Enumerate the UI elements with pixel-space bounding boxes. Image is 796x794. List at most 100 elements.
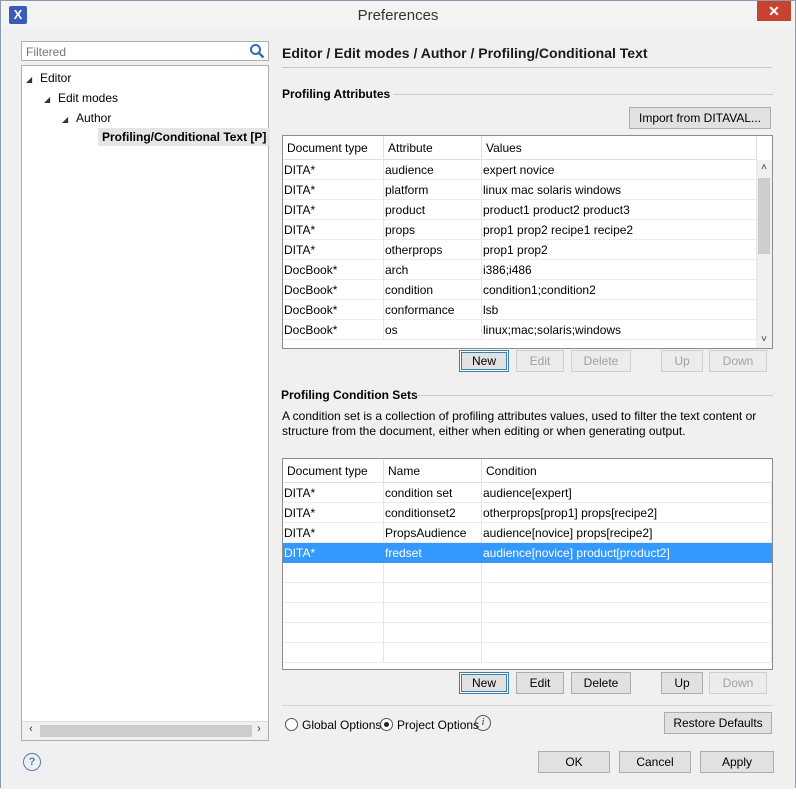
tree-horizontal-scrollbar[interactable]: ‹ › <box>22 721 268 740</box>
cancel-button[interactable]: Cancel <box>619 751 691 773</box>
table-cell <box>482 563 772 583</box>
scroll-right-icon[interactable]: › <box>252 723 266 739</box>
table-cell: prop1 prop2 <box>482 240 757 260</box>
project-options-radio[interactable]: Project Options <box>380 717 479 733</box>
help-icon[interactable]: ? <box>23 753 41 771</box>
table-cell <box>283 623 384 643</box>
expand-arrow-icon[interactable]: ◢ <box>44 91 58 109</box>
tree-item-label: Editor <box>40 71 72 85</box>
table-cell <box>384 583 482 603</box>
options-divider <box>282 705 773 706</box>
conditions-down-button[interactable]: Down <box>709 672 767 694</box>
preferences-dialog: X Preferences ✕ ◢Editor ◢Edit modes ◢Aut… <box>0 0 796 789</box>
scroll-down-icon[interactable]: ˅ <box>756 332 772 348</box>
table-cell: DocBook* <box>283 280 384 300</box>
filter-input[interactable] <box>24 43 248 61</box>
table-cell: product1 product2 product3 <box>482 200 757 220</box>
table-cell: otherprops[prop1] props[recipe2] <box>482 503 772 523</box>
conditions-new-button[interactable]: New <box>459 672 509 694</box>
table-row[interactable]: DITA* audience expert novice <box>283 160 757 180</box>
table-row[interactable]: DITA* condition set audience[expert] <box>283 483 772 503</box>
table-cell: condition <box>384 280 482 300</box>
table-row[interactable]: DocBook* conformance lsb <box>283 300 757 320</box>
table-cell: expert novice <box>482 160 757 180</box>
table-cell: DITA* <box>283 180 384 200</box>
search-icon[interactable] <box>249 43 265 59</box>
column-header[interactable]: Document type <box>283 459 384 483</box>
tree-item-author[interactable]: ◢ Author <box>62 109 111 127</box>
table-cell: conformance <box>384 300 482 320</box>
global-options-radio[interactable]: Global Options <box>285 717 381 733</box>
table-cell <box>384 563 482 583</box>
attributes-down-button[interactable]: Down <box>709 350 767 372</box>
column-header[interactable]: Condition <box>482 459 772 483</box>
column-header[interactable]: Attribute <box>384 136 482 160</box>
table-cell: product <box>384 200 482 220</box>
scroll-up-icon[interactable]: ˄ <box>756 160 772 176</box>
table-cell: audience[novice] product[product2] <box>482 543 772 563</box>
radio-checked-icon[interactable] <box>380 718 393 731</box>
table-row[interactable]: DocBook* arch i386;i486 <box>283 260 757 280</box>
table-cell: DITA* <box>283 523 384 543</box>
attributes-delete-button[interactable]: Delete <box>571 350 631 372</box>
table-cell: os <box>384 320 482 340</box>
section-divider <box>393 94 773 95</box>
scroll-left-icon[interactable]: ‹ <box>24 723 38 739</box>
conditions-delete-button[interactable]: Delete <box>571 672 631 694</box>
expand-arrow-icon[interactable]: ◢ <box>62 111 76 129</box>
table-cell: lsb <box>482 300 757 320</box>
restore-defaults-button[interactable]: Restore Defaults <box>664 712 772 734</box>
column-header[interactable]: Document type <box>283 136 384 160</box>
conditions-up-button[interactable]: Up <box>661 672 703 694</box>
table-row[interactable]: DocBook* os linux;mac;solaris;windows <box>283 320 757 340</box>
preferences-tree: ◢ Editor ◢ Edit modes ◢ Author Profiling/Co… <box>21 65 271 741</box>
table-cell: condition1;condition2 <box>482 280 757 300</box>
table-cell <box>482 603 772 623</box>
table-cell <box>482 583 772 603</box>
table-cell: DITA* <box>283 543 384 563</box>
filter-field[interactable] <box>21 41 269 61</box>
table-cell: linux;mac;solaris;windows <box>482 320 757 340</box>
table-cell <box>384 643 482 663</box>
radio-unchecked-icon[interactable] <box>285 718 298 731</box>
column-header[interactable]: Values <box>482 136 757 160</box>
attributes-table: Document type Attribute Values ˄ ˅ DITA*… <box>282 135 773 349</box>
ok-button[interactable]: OK <box>538 751 610 773</box>
table-row[interactable]: DITA* platform linux mac solaris windows <box>283 180 757 200</box>
apply-button[interactable]: Apply <box>700 751 774 773</box>
scrollbar-thumb[interactable] <box>40 725 252 737</box>
table-row[interactable]: DITA* fredset audience[novice] product[pro… <box>283 543 772 563</box>
empty-table-row <box>283 563 772 583</box>
tree-item-editor[interactable]: ◢ Editor <box>26 69 71 87</box>
section-divider <box>415 395 773 396</box>
empty-table-row <box>283 643 772 663</box>
condition-sets-description: A condition set is a collection of profi… <box>282 409 757 438</box>
tree-item-label: Profiling/Conditional Text [P] <box>102 130 267 144</box>
table-row[interactable]: DocBook* condition condition1;condition2 <box>283 280 757 300</box>
table-row[interactable]: DITA* otherprops prop1 prop2 <box>283 240 757 260</box>
attributes-new-button[interactable]: New <box>459 350 509 372</box>
table-cell: fredset <box>384 543 482 563</box>
table-cell: otherprops <box>384 240 482 260</box>
info-icon[interactable]: i <box>475 715 491 731</box>
close-button[interactable]: ✕ <box>757 1 791 21</box>
conditions-edit-button[interactable]: Edit <box>516 672 564 694</box>
table-cell <box>283 643 384 663</box>
table-row[interactable]: DITA* PropsAudience audience[novice] props… <box>283 523 772 543</box>
page-title: Editor / Edit modes / Author / Profiling… <box>282 45 648 61</box>
tree-item-edit-modes[interactable]: ◢ Edit modes <box>44 89 118 107</box>
scrollbar-thumb[interactable] <box>758 178 770 254</box>
import-ditaval-button[interactable]: Import from DITAVAL... <box>629 107 771 129</box>
window-title: Preferences <box>357 7 439 24</box>
table-row[interactable]: DITA* product product1 product2 product3 <box>283 200 757 220</box>
attributes-vertical-scrollbar[interactable]: ˄ ˅ <box>756 160 772 348</box>
attributes-edit-button[interactable]: Edit <box>516 350 564 372</box>
tree-item-profiling[interactable]: Profiling/Conditional Text [P] <box>98 128 271 146</box>
expand-arrow-icon[interactable]: ◢ <box>26 71 40 89</box>
column-header[interactable]: Name <box>384 459 482 483</box>
table-row[interactable]: DITA* conditionset2 otherprops[prop1] prop… <box>283 503 772 523</box>
attributes-up-button[interactable]: Up <box>661 350 703 372</box>
table-cell: linux mac solaris windows <box>482 180 757 200</box>
table-row[interactable]: DITA* props prop1 prop2 recipe1 recipe2 <box>283 220 757 240</box>
table-cell <box>384 603 482 623</box>
